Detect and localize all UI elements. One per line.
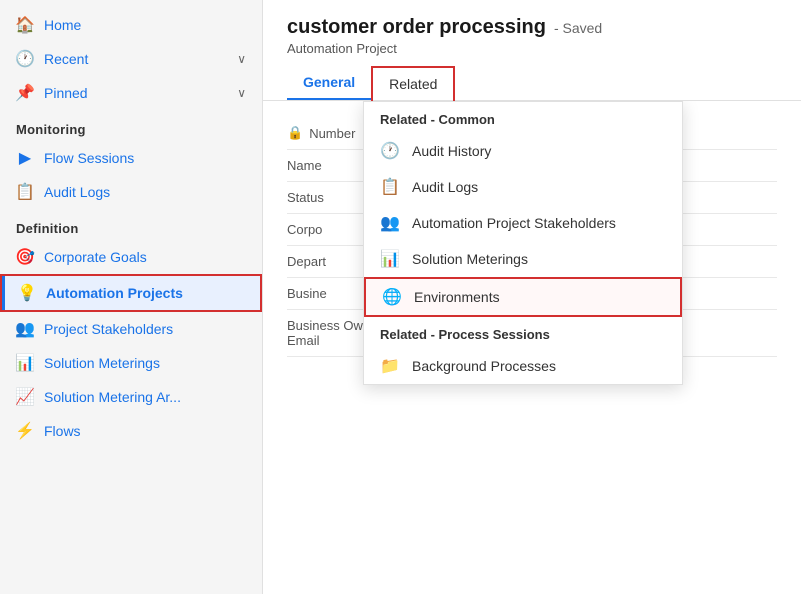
dropdown-label-environments: Environments — [414, 289, 500, 305]
background-processes-icon: 📁 — [380, 356, 400, 376]
sidebar-item-audit-logs[interactable]: 📋 Audit Logs — [0, 175, 262, 209]
page-title: customer order processing — [287, 16, 546, 39]
audit-logs-dropdown-icon: 📋 — [380, 177, 400, 197]
project-stakeholders-icon: 👥 — [16, 320, 34, 338]
sidebar-label-project-stakeholders: Project Stakeholders — [44, 321, 246, 337]
home-icon: 🏠 — [16, 16, 34, 34]
solution-meterings-dropdown-icon: 📊 — [380, 249, 400, 269]
dropdown-label-audit-history: Audit History — [412, 143, 491, 159]
sidebar-label-home: Home — [44, 17, 246, 33]
sidebar-label-recent: Recent — [44, 51, 227, 67]
sidebar-item-solution-meterings[interactable]: 📊 Solution Meterings — [0, 346, 262, 380]
flows-icon: ⚡ — [16, 422, 34, 440]
main-header: customer order processing - Saved Automa… — [263, 0, 801, 101]
saved-indicator: - Saved — [554, 20, 602, 36]
audit-history-icon: 🕐 — [380, 141, 400, 161]
corporate-goals-icon: 🎯 — [16, 248, 34, 266]
sidebar-label-flow-sessions: Flow Sessions — [44, 150, 246, 166]
dropdown-item-background-processes[interactable]: 📁 Background Processes — [364, 348, 682, 384]
sidebar-item-pinned[interactable]: 📌 Pinned ∨ — [0, 76, 262, 110]
sidebar-label-pinned: Pinned — [44, 85, 227, 101]
main-body: 🔒 Number Name ing Status Corpo h Aut... … — [263, 101, 801, 594]
audit-logs-icon: 📋 — [16, 183, 34, 201]
main-content: customer order processing - Saved Automa… — [263, 0, 801, 594]
sidebar: 🏠 Home 🕐 Recent ∨ 📌 Pinned ∨ Monitoring … — [0, 0, 263, 594]
related-dropdown: Related - Common 🕐 Audit History 📋 Audit… — [363, 101, 683, 385]
sidebar-item-automation-projects[interactable]: 💡 Automation Projects — [0, 274, 262, 312]
flow-sessions-icon: ▶ — [16, 149, 34, 167]
lock-icon: 🔒 — [287, 125, 303, 141]
dropdown-item-environments[interactable]: 🌐 Environments — [364, 277, 682, 317]
sidebar-item-flows[interactable]: ⚡ Flows — [0, 414, 262, 448]
dropdown-label-automation-project-stakeholders: Automation Project Stakeholders — [412, 215, 616, 231]
solution-meterings-icon: 📊 — [16, 354, 34, 372]
sidebar-item-home[interactable]: 🏠 Home — [0, 8, 262, 42]
sidebar-label-solution-metering-ar: Solution Metering Ar... — [44, 389, 246, 405]
sidebar-label-automation-projects: Automation Projects — [46, 285, 244, 301]
recent-icon: 🕐 — [16, 50, 34, 68]
section-monitoring: Monitoring — [0, 110, 262, 141]
dropdown-item-automation-project-stakeholders[interactable]: 👥 Automation Project Stakeholders — [364, 205, 682, 241]
chevron-down-icon-pinned: ∨ — [237, 86, 246, 100]
sidebar-label-solution-meterings: Solution Meterings — [44, 355, 246, 371]
sidebar-label-audit-logs: Audit Logs — [44, 184, 246, 200]
automation-projects-icon: 💡 — [18, 284, 36, 302]
sidebar-item-recent[interactable]: 🕐 Recent ∨ — [0, 42, 262, 76]
tab-related[interactable]: Related — [371, 66, 455, 101]
tab-general[interactable]: General — [287, 66, 371, 100]
dropdown-label-solution-meterings: Solution Meterings — [412, 251, 528, 267]
sidebar-item-flow-sessions[interactable]: ▶ Flow Sessions — [0, 141, 262, 175]
title-row: customer order processing - Saved — [287, 16, 777, 39]
dropdown-section-common: Related - Common — [364, 102, 682, 133]
dropdown-item-audit-history[interactable]: 🕐 Audit History — [364, 133, 682, 169]
dropdown-item-audit-logs[interactable]: 📋 Audit Logs — [364, 169, 682, 205]
dropdown-item-solution-meterings[interactable]: 📊 Solution Meterings — [364, 241, 682, 277]
pinned-icon: 📌 — [16, 84, 34, 102]
sidebar-label-corporate-goals: Corporate Goals — [44, 249, 246, 265]
sidebar-item-corporate-goals[interactable]: 🎯 Corporate Goals — [0, 240, 262, 274]
page-subtitle: Automation Project — [287, 41, 777, 56]
sidebar-item-project-stakeholders[interactable]: 👥 Project Stakeholders — [0, 312, 262, 346]
section-definition: Definition — [0, 209, 262, 240]
sidebar-item-solution-metering-ar[interactable]: 📈 Solution Metering Ar... — [0, 380, 262, 414]
dropdown-label-audit-logs: Audit Logs — [412, 179, 478, 195]
tab-bar: General Related — [287, 66, 777, 100]
dropdown-label-background-processes: Background Processes — [412, 358, 556, 374]
dropdown-section-process: Related - Process Sessions — [364, 317, 682, 348]
automation-project-stakeholders-icon: 👥 — [380, 213, 400, 233]
solution-metering-ar-icon: 📈 — [16, 388, 34, 406]
sidebar-label-flows: Flows — [44, 423, 246, 439]
chevron-down-icon: ∨ — [237, 52, 246, 66]
environments-icon: 🌐 — [382, 287, 402, 307]
